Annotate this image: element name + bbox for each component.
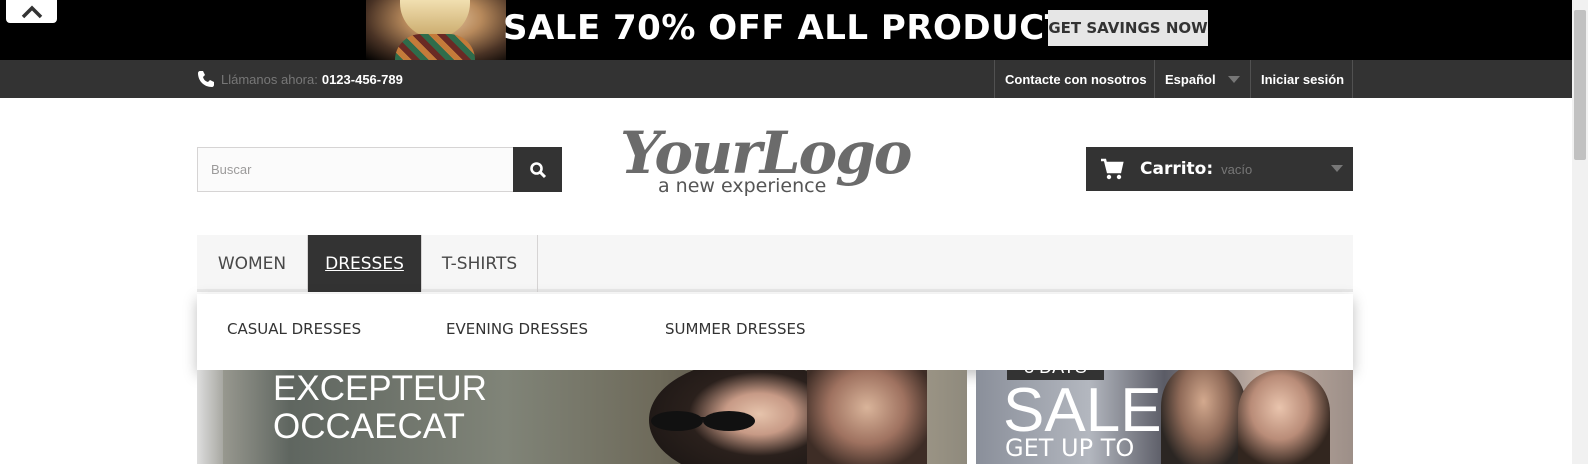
search-input[interactable] xyxy=(197,147,513,192)
site-logo[interactable]: YourLogo a new experience xyxy=(616,118,912,202)
cart-label: Carrito: xyxy=(1140,159,1214,179)
top-nav-bar: Llámanos ahora: 0123-456-789 Contacte co… xyxy=(0,60,1572,98)
contact-link[interactable]: Contacte con nosotros xyxy=(994,60,1154,98)
slider-heading: EXCEPTEUR OCCAECAT xyxy=(273,370,487,446)
login-link[interactable]: Iniciar sesión xyxy=(1250,60,1353,98)
slider-heading-line1: EXCEPTEUR xyxy=(273,370,487,408)
side-banner-subtext: GET UP TO xyxy=(1005,434,1135,462)
cart-icon xyxy=(1101,158,1124,180)
submenu-casual-dresses[interactable]: CASUAL DRESSES xyxy=(227,320,361,338)
side-banner-man xyxy=(1161,370,1246,464)
submenu-summer-dresses[interactable]: SUMMER DRESSES xyxy=(665,320,806,338)
slider-heading-line2: OCCAECAT xyxy=(273,407,465,446)
phone-icon xyxy=(198,71,214,87)
side-banner[interactable]: 3 DAYS SALE GET UP TO xyxy=(976,370,1353,464)
chevron-down-icon xyxy=(1331,165,1343,172)
caret-down-icon xyxy=(1228,76,1240,83)
submenu-evening-dresses[interactable]: EVENING DRESSES xyxy=(446,320,588,338)
cart-button[interactable]: Carrito: vacío xyxy=(1086,147,1353,191)
slider-edge xyxy=(197,370,223,464)
search-icon xyxy=(529,161,546,178)
phone-number: 0123-456-789 xyxy=(321,71,403,87)
menu-tab-tshirts[interactable]: T-SHIRTS xyxy=(422,235,538,292)
logo-tagline: a new experience xyxy=(658,175,827,197)
search-form xyxy=(197,147,562,192)
dresses-submenu: CASUAL DRESSES EVENING DRESSES SUMMER DR… xyxy=(197,294,1353,370)
chevron-up-icon xyxy=(21,5,42,18)
sunglasses-image xyxy=(651,411,755,431)
banner-headline: SALE 70% OFF ALL PRODUCTS xyxy=(503,8,1094,48)
slider-model-man xyxy=(807,370,927,464)
main-menu: WOMEN DRESSES T-SHIRTS xyxy=(197,235,1353,292)
banner-model-top xyxy=(395,34,475,60)
cart-status: vacío xyxy=(1221,161,1253,177)
side-banner-woman xyxy=(1238,370,1330,464)
scrollbar-thumb[interactable] xyxy=(1574,10,1586,160)
page-scrollbar[interactable] xyxy=(1572,0,1588,464)
search-button[interactable] xyxy=(513,147,562,192)
language-label: Español xyxy=(1165,71,1216,87)
homepage-slider[interactable]: EXCEPTEUR OCCAECAT xyxy=(197,370,967,464)
promo-banner[interactable]: SALE 70% OFF ALL PRODUCTS GET SAVINGS NO… xyxy=(0,0,1572,60)
menu-tab-dresses[interactable]: DRESSES xyxy=(308,235,422,292)
collapse-banner-button[interactable] xyxy=(6,0,57,23)
call-us: Llámanos ahora: 0123-456-789 xyxy=(197,70,403,88)
language-selector[interactable]: Español xyxy=(1154,60,1250,98)
call-label: Llámanos ahora: xyxy=(221,71,318,87)
get-savings-button[interactable]: GET SAVINGS NOW xyxy=(1048,10,1208,46)
menu-tab-women[interactable]: WOMEN xyxy=(197,235,308,292)
